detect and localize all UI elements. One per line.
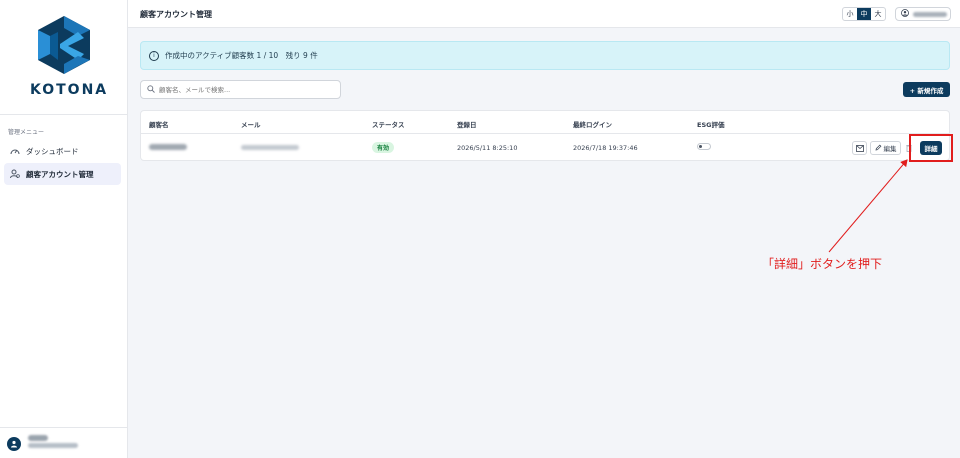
- kotona-logo[interactable]: KOTONA: [30, 14, 109, 104]
- send-mail-button[interactable]: [852, 141, 867, 155]
- sidebar-item-dashboard[interactable]: ダッシュボード: [4, 140, 121, 162]
- user-email-redacted: [28, 443, 78, 448]
- column-header-esg: ESG評価: [697, 121, 725, 129]
- sidebar-user-profile[interactable]: [0, 427, 127, 458]
- instruction-annotation: 「詳細」ボタンを押下: [762, 257, 883, 271]
- search-icon: [147, 84, 155, 95]
- font-size-medium[interactable]: 中: [857, 8, 871, 20]
- customer-name-redacted: [149, 144, 187, 150]
- user-circle-icon: [901, 9, 909, 19]
- font-size-large[interactable]: 大: [871, 8, 885, 20]
- table-header: 顧客名 メール ステータス 登録日 最終ログイン ESG評価: [141, 111, 949, 134]
- kotona-logo-mark-icon: [38, 16, 90, 74]
- sidebar-item-label: ダッシュボード: [26, 146, 79, 156]
- gauge-icon: [10, 146, 20, 156]
- mail-icon: [855, 144, 864, 152]
- customer-table: 顧客名 メール ステータス 登録日 最終ログイン ESG評価 有効 2026/5…: [140, 110, 950, 161]
- column-header-status: ステータス: [372, 121, 405, 129]
- alert-text: 作成中のアクティブ顧客数 1 / 10 残り 9 件: [165, 51, 318, 60]
- font-size-switch: 小 中 大: [842, 7, 886, 21]
- pencil-icon: [875, 144, 882, 153]
- page-title: 顧客アカウント管理: [140, 10, 212, 19]
- customer-email-redacted: [241, 145, 299, 150]
- user-name-redacted: [913, 11, 947, 17]
- detail-button-highlight: [909, 134, 953, 162]
- search-input[interactable]: [159, 85, 329, 94]
- column-header-name: 顧客名: [149, 121, 169, 129]
- edit-label: 編集: [883, 145, 897, 153]
- font-size-small[interactable]: 小: [843, 8, 857, 20]
- top-bar: 顧客アカウント管理 小 中 大: [128, 0, 960, 28]
- sidebar-item-label: 顧客アカウント管理: [26, 169, 94, 179]
- last-login-date: 2026/7/18 19:37:46: [573, 144, 638, 152]
- users-icon: [10, 169, 20, 179]
- menu-section-label: 管理メニュー: [8, 129, 45, 136]
- sidebar-divider: [0, 114, 127, 115]
- user-name-redacted: [28, 435, 48, 441]
- sidebar: KOTONA 管理メニュー ダッシュボード 顧客アカウント管理: [0, 0, 128, 458]
- new-customer-button[interactable]: + 新規作成: [903, 82, 950, 97]
- active-customer-alert: i 作成中のアクティブ顧客数 1 / 10 残り 9 件: [140, 41, 950, 70]
- edit-button[interactable]: 編集: [870, 141, 901, 155]
- logo-text: KOTONA: [30, 82, 109, 98]
- esg-toggle[interactable]: [697, 143, 711, 150]
- column-header-registered: 登録日: [457, 121, 477, 129]
- registered-date: 2026/5/11 8:25:10: [457, 144, 518, 152]
- column-header-email: メール: [241, 121, 261, 129]
- status-badge: 有効: [372, 142, 395, 153]
- search-box: [140, 80, 341, 99]
- info-icon: i: [149, 50, 159, 61]
- column-header-last-login: 最終ログイン: [573, 121, 612, 129]
- sidebar-item-customer-accounts[interactable]: 顧客アカウント管理: [4, 163, 121, 185]
- table-row: 有効 2026/5/11 8:25:10 2026/7/18 19:37:46 …: [141, 134, 949, 161]
- avatar: [7, 437, 21, 451]
- user-icon: [11, 440, 17, 448]
- user-menu-button[interactable]: [895, 7, 951, 21]
